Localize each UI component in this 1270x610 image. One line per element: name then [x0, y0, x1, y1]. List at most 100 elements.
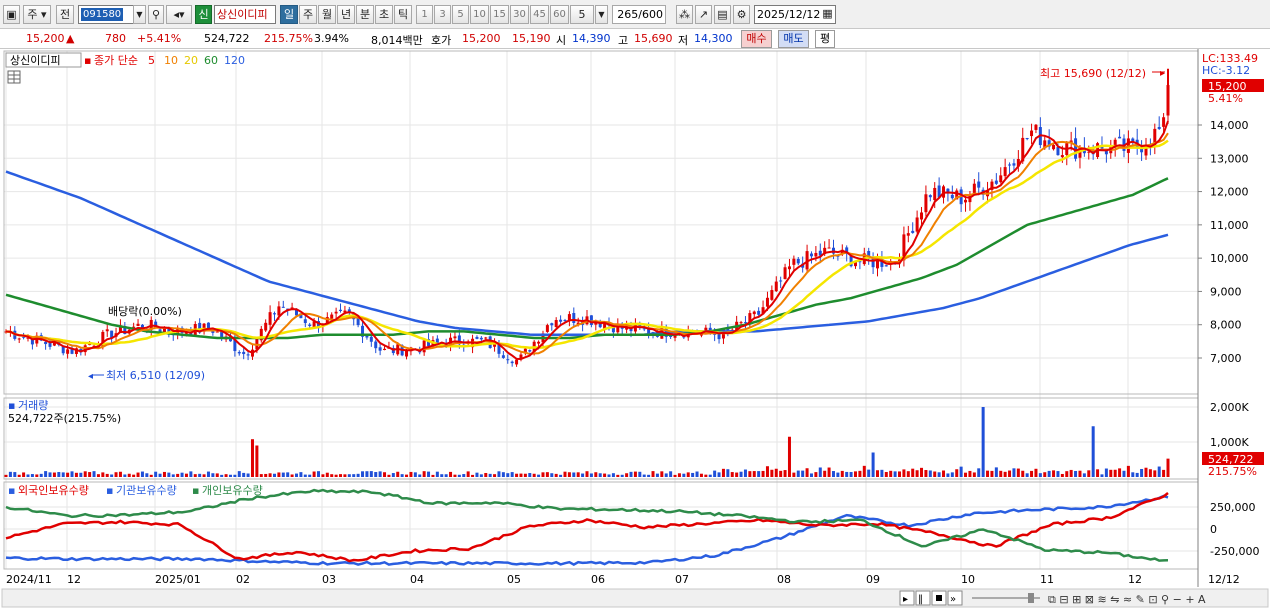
candle-body — [281, 306, 285, 308]
volume-bar — [484, 472, 488, 477]
volume-bar — [603, 473, 607, 477]
search-icon[interactable]: ⚲ — [148, 5, 164, 24]
dividend-annotation: 배당락(0.00%) — [108, 305, 182, 318]
volume-bar — [1047, 470, 1051, 477]
code-dropdown-icon[interactable]: ▼ — [133, 5, 146, 24]
volume-bar — [317, 471, 321, 477]
gear-icon[interactable]: ⚙ — [733, 5, 750, 24]
period-button[interactable]: 년 — [337, 5, 355, 24]
interval-dropdown-icon[interactable]: ▼ — [595, 5, 608, 24]
candle-body — [1104, 151, 1108, 155]
candle-body — [1008, 164, 1012, 166]
volume-bar — [669, 471, 673, 477]
volume-value: 524,722 — [204, 32, 250, 45]
volume-bar — [475, 472, 479, 477]
period-button[interactable]: 월 — [318, 5, 336, 24]
volume-bar — [743, 469, 747, 477]
period-button[interactable]: 틱 — [394, 5, 412, 24]
layout-icon[interactable]: ▣ — [3, 5, 20, 24]
candle-body — [105, 329, 109, 332]
candle-body — [339, 309, 343, 311]
volume-bar — [563, 471, 567, 477]
sell-button[interactable]: 매도 — [778, 30, 809, 48]
credit-badge[interactable]: 신 — [195, 5, 212, 24]
volume-bar — [339, 474, 343, 477]
volume-bar — [1038, 473, 1042, 477]
interval-button[interactable]: 3 — [434, 5, 451, 24]
interval-button[interactable]: 15 — [490, 5, 509, 24]
draw-icon[interactable]: ↗ — [695, 5, 712, 24]
trade-amount: 8,014백만 — [371, 34, 423, 47]
candle-body — [1056, 147, 1060, 156]
candle-body — [814, 252, 818, 257]
candle-body — [374, 341, 378, 349]
interval-button[interactable]: 30 — [510, 5, 529, 24]
period-button[interactable]: 초 — [375, 5, 393, 24]
interval-button[interactable]: 1 — [416, 5, 433, 24]
save-icon[interactable]: ▤ — [714, 5, 731, 24]
volume-bar — [523, 473, 527, 477]
speaker-icon[interactable]: ◂▾ — [166, 5, 192, 24]
volume-bar — [1122, 470, 1126, 477]
data-count-field[interactable]: 265/600 — [612, 5, 666, 24]
interval-button[interactable]: 5 — [452, 5, 469, 24]
volume-bar — [1074, 470, 1078, 477]
volume-bar — [39, 473, 43, 477]
volume-bar — [695, 471, 699, 477]
period-button[interactable]: 일 — [280, 5, 298, 24]
candle-body — [405, 350, 409, 357]
candle-body — [1030, 130, 1034, 137]
volume-bar — [114, 472, 118, 477]
volume-bar — [409, 471, 413, 477]
low-label: 저 — [678, 34, 689, 47]
volume-bar — [228, 474, 232, 477]
candle-body — [787, 266, 791, 270]
price-tick-label: 9,000 — [1210, 285, 1242, 298]
interval-value-select[interactable]: 5 — [570, 5, 594, 24]
change-value: 780 — [105, 32, 126, 45]
volume-bar — [405, 474, 409, 477]
volume-bar — [515, 473, 519, 477]
x-axis-label: 03 — [322, 573, 336, 586]
volume-bar — [1091, 426, 1095, 477]
candle-body — [906, 233, 910, 236]
volume-bar — [233, 474, 237, 477]
price-tick-label: 13,000 — [1210, 152, 1249, 165]
volume-bar — [1104, 468, 1108, 477]
volume-bar — [26, 474, 30, 477]
avg-button[interactable]: 평 — [815, 30, 835, 48]
volume-panel-title: 거래량 — [18, 399, 48, 412]
interval-button[interactable]: 10 — [470, 5, 489, 24]
chart-tools-icon[interactable]: ⁂ — [676, 5, 693, 24]
prev-button[interactable]: 전 — [56, 5, 74, 24]
buy-button[interactable]: 매수 — [741, 30, 772, 48]
stock-chart[interactable]: 14,000 13,000 12,000 11,000 10,000 9,000 8,000… — [0, 49, 1270, 610]
play-icon: ▸ — [903, 594, 908, 605]
volume-bar — [22, 472, 26, 477]
candle-body — [237, 352, 241, 354]
volume-bar — [1069, 469, 1073, 477]
period-button[interactable]: 주 — [299, 5, 317, 24]
market-select[interactable]: 주 ▾ — [23, 5, 51, 24]
volume-bar — [171, 474, 175, 477]
volume-bar — [862, 465, 866, 477]
period-button[interactable]: 분 — [356, 5, 374, 24]
volume-bar — [898, 471, 902, 477]
volume-bar — [933, 471, 937, 477]
fast-forward-icon: » — [950, 594, 956, 605]
calendar-icon[interactable]: ▦ — [820, 5, 835, 24]
high-annotation: 최고 15,690 (12/12) — [1040, 67, 1146, 80]
interval-button[interactable]: 60 — [550, 5, 569, 24]
volume-bar — [1012, 468, 1016, 477]
candle-body — [999, 175, 1003, 183]
volume-bar — [1126, 465, 1130, 477]
candle-body — [950, 194, 954, 199]
candle-body — [1118, 136, 1122, 139]
volume-bar — [761, 470, 765, 477]
zoom-slider-handle[interactable] — [1028, 593, 1034, 603]
interval-button[interactable]: 45 — [530, 5, 549, 24]
candle-body — [48, 343, 52, 347]
volume-bar — [809, 473, 813, 477]
candle-body — [308, 324, 312, 326]
toolbar-icons-right[interactable]: ⧉ ⊟ ⊞ ⊠ ≋ ⇋ ≈ ✎ ⊡ ⚲ − + A — [1048, 593, 1206, 606]
